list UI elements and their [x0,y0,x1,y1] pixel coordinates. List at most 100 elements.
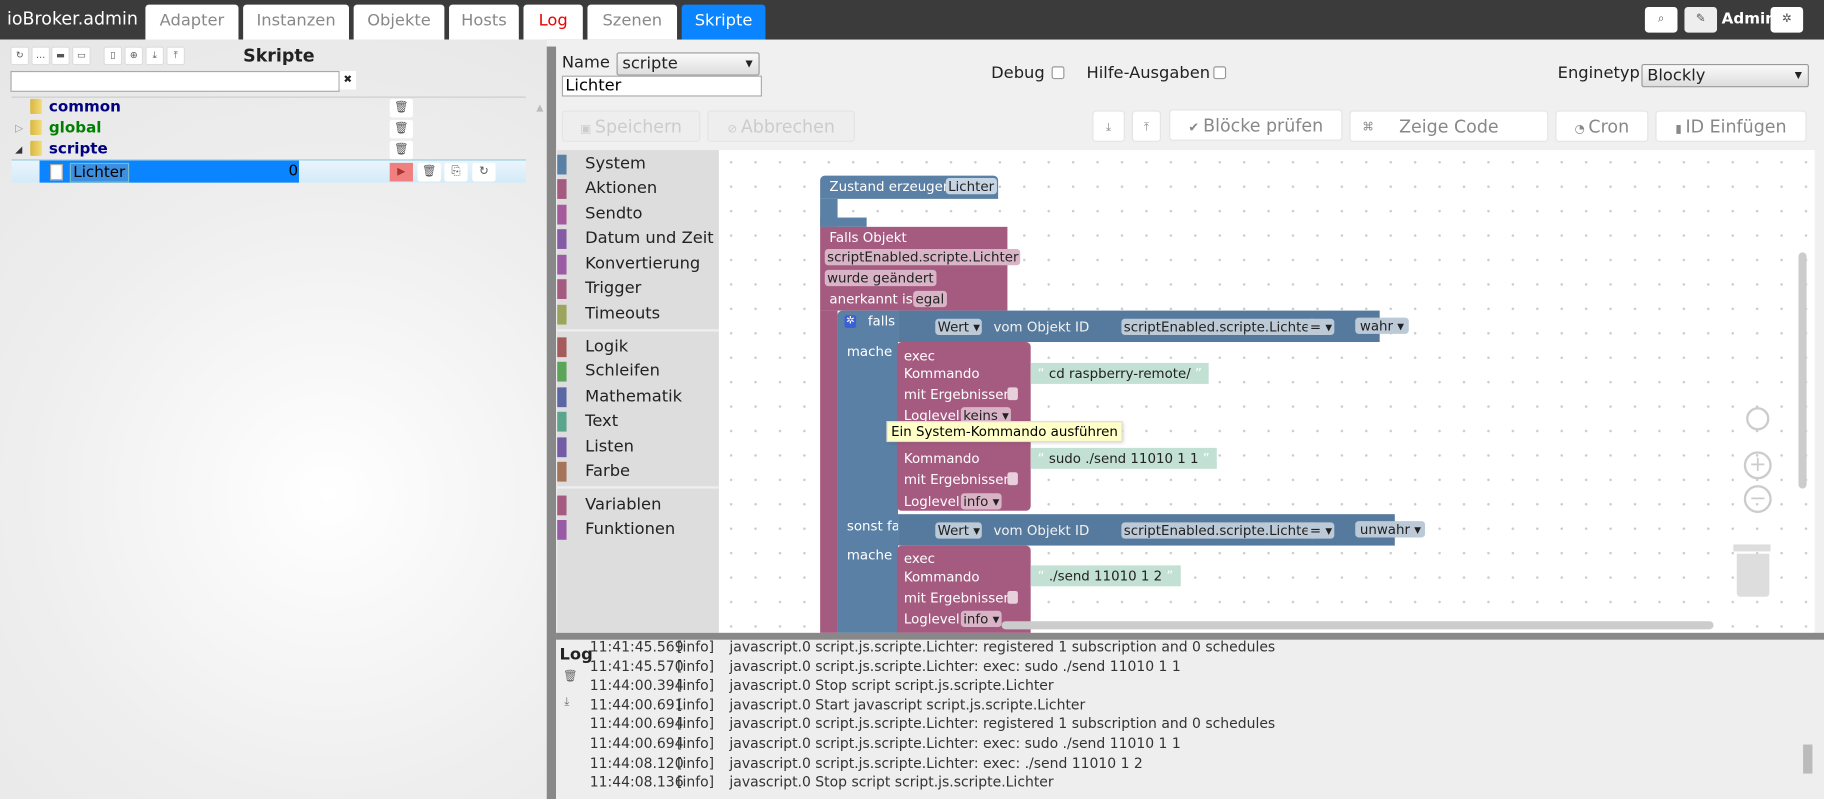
loglevel-dropdown[interactable]: info ▾ [960,610,1002,628]
tab-hosts[interactable]: Hosts [449,4,519,40]
tab-adapter[interactable]: Adapter [145,4,239,40]
command-text-block[interactable]: “ sudo ./send 11010 1 1 ” [1030,447,1217,469]
help-checkbox[interactable] [1213,66,1227,80]
toolbox-category-logik[interactable]: Logik [557,335,719,359]
copy-icon[interactable]: ⎘ [444,162,468,182]
value-dropdown[interactable]: Wert ▾ [935,318,983,336]
with-results-checkbox[interactable] [1007,387,1018,401]
export-icon[interactable]: ⤓ [1092,110,1125,142]
create-state-block[interactable]: Zustand erzeugen Lichter [820,175,999,199]
trash-icon[interactable]: 🗑 [389,140,413,160]
state-name-field[interactable]: Lichter [945,177,997,195]
script-name[interactable]: Lichter [69,162,129,183]
script-search-input[interactable] [10,70,340,92]
toolbox-category-variablen[interactable]: Variablen [557,493,719,517]
vertical-splitter[interactable] [546,46,557,799]
refresh-icon[interactable]: ↻ [10,46,30,66]
cron-button[interactable]: ◔ Cron [1555,110,1649,142]
loglevel-dropdown[interactable]: info ▾ [960,493,1002,510]
trash-icon[interactable]: 🗑 [389,119,413,139]
toolbox-category-mathematik[interactable]: Mathematik [557,385,719,409]
command-text-block[interactable]: “ cd raspberry-remote/ ” [1030,362,1209,384]
import-icon[interactable]: ⤒ [1131,110,1161,142]
toolbox-category-listen[interactable]: Listen [557,435,719,459]
value-false-dropdown[interactable]: unwahr ▾ [1355,521,1426,538]
cancel-button[interactable]: ⊘ Abbrechen [707,110,856,142]
run-button[interactable]: ▶ [389,162,413,182]
search-icon[interactable]: ⌕ [1644,6,1678,33]
toolbox-category-sendto[interactable]: Sendto [557,202,719,226]
folder-open-icon[interactable]: ▭ [72,46,91,66]
collapse-icon[interactable]: ◢ [15,140,22,161]
tab-objekte[interactable]: Objekte [353,4,445,40]
new-file-icon[interactable]: ▯ [103,46,123,66]
download-icon[interactable]: ⤓ [145,46,165,66]
tab-log[interactable]: Log [523,4,583,40]
save-button[interactable]: ▣ Speichern [561,110,701,142]
trash-icon[interactable]: 🗑 [563,670,578,683]
toolbox-category-funktionen[interactable]: Funktionen [557,518,719,542]
download-icon[interactable]: ⤓ [564,696,569,709]
tab-skripte[interactable]: Skripte [681,4,766,40]
command-text-block[interactable]: “ ./send 11010 1 2 ” [1030,565,1181,587]
value-true-dropdown[interactable]: wahr ▾ [1355,317,1409,334]
engine-select[interactable]: Blockly [1641,63,1809,88]
operator-dropdown[interactable]: = ▾ [1307,318,1335,336]
horizontal-splitter[interactable] [556,632,1824,640]
with-results-checkbox[interactable] [1007,590,1018,604]
debug-checkbox[interactable] [1051,66,1065,80]
recenter-icon[interactable] [1746,407,1770,431]
folder-icon[interactable]: ▬ [51,46,70,66]
object-id-field[interactable]: scriptEnabled.scripte.Lichter [1121,318,1318,336]
gear-icon[interactable]: ✲ [1770,6,1804,33]
clear-search-button[interactable]: ✖ [339,70,356,90]
toolbox-category-aktionen[interactable]: Aktionen [557,177,719,201]
ack-dropdown[interactable]: egal [913,290,947,308]
insert-id-button[interactable]: ▮ ID Einfügen [1655,110,1807,142]
object-id-field[interactable]: scriptEnabled.scripte.Lichter [1121,522,1318,539]
expand-icon[interactable]: ▷ [15,119,23,140]
value-dropdown[interactable]: Wert ▾ [935,522,983,539]
condition-block[interactable]: Wert ▾ vom Objekt ID scriptEnabled.scrip… [898,310,1409,343]
event-dropdown[interactable]: wurde geändert [824,269,936,287]
zoom-in-icon[interactable]: + [1743,451,1772,480]
toolbox-category-trigger[interactable]: Trigger [557,277,719,301]
exec-block[interactable]: exec Kommando mit Ergebnissen Loglevel i… [896,545,1031,633]
gear-icon[interactable]: ✲ [844,315,857,329]
script-name-input[interactable] [561,75,762,97]
scroll-up-icon[interactable]: ▲ [536,102,543,112]
toolbox-category-datum-und-zeit[interactable]: Datum und Zeit [557,227,719,251]
toolbox-category-schleifen[interactable]: Schleifen [557,359,719,383]
list-icon[interactable]: … [31,46,51,66]
tab-instanzen[interactable]: Instanzen [243,4,349,40]
toolbox-category-system[interactable]: System [557,152,719,176]
tab-szenen[interactable]: Szenen [587,4,678,40]
check-blocks-button[interactable]: ✔ Blöcke prüfen [1169,109,1343,141]
show-code-button[interactable]: ⌘ Zeige Code [1349,110,1549,142]
blockly-workspace[interactable]: Zustand erzeugen Lichter Falls Objekt sc… [718,150,1815,633]
if-block[interactable]: ✲ falls mache sonst falls mache [837,310,914,633]
zoom-out-icon[interactable]: − [1743,485,1772,514]
trash-icon[interactable]: 🗑 [389,98,413,118]
toolbox-category-konvertierung[interactable]: Konvertierung [557,252,719,276]
toolbox-category-text[interactable]: Text [557,409,719,433]
upload-icon[interactable]: ⤒ [166,46,185,66]
trigger-block[interactable]: Falls Objekt scriptEnabled.scripte.Licht… [820,226,1021,311]
with-results-checkbox[interactable] [1007,472,1018,486]
folder-select[interactable]: scripte [616,52,760,76]
tree-script-row[interactable]: Lichter 0 ▶ 🗑 ⎘ ↻ [11,159,526,183]
tree-folder-common[interactable]: common [12,98,526,119]
log-scrollbar[interactable] [1803,744,1813,774]
object-id-field[interactable]: scriptEnabled.scripte.Lichter [824,248,1021,266]
edit-icon[interactable]: ✎ [1684,6,1718,33]
horizontal-scrollbar[interactable] [1001,621,1714,630]
tree-folder-global[interactable]: ▷ global [12,119,526,140]
condition-block[interactable]: Wert ▾ vom Objekt ID scriptEnabled.scrip… [898,514,1426,546]
trash-icon[interactable] [1736,553,1770,597]
add-icon[interactable]: ⊕ [124,46,144,66]
restart-icon[interactable]: ↻ [472,162,496,182]
vertical-scrollbar[interactable] [1798,252,1807,489]
operator-dropdown[interactable]: = ▾ [1307,522,1335,539]
trash-icon[interactable]: 🗑 [417,162,441,182]
toolbox-category-farbe[interactable]: Farbe [557,460,719,484]
